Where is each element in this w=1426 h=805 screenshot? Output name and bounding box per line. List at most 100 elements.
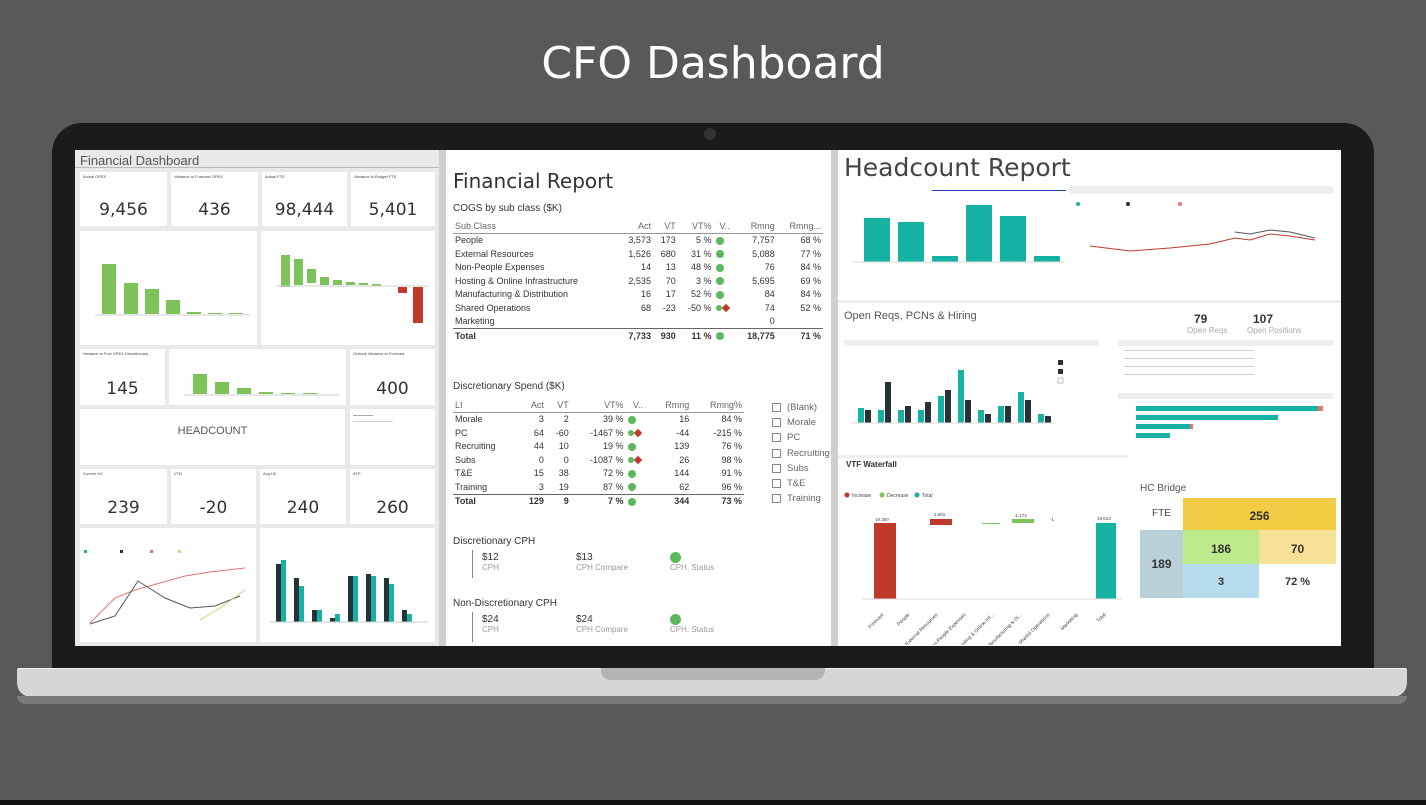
- table-cell: 96 %: [721, 481, 742, 492]
- table-cell: 129: [518, 493, 546, 508]
- column-header[interactable]: Rmng...: [776, 219, 823, 234]
- slicer-label: Recruiting: [787, 447, 830, 459]
- kpi-actual-fte[interactable]: Actual FTE 98,444: [262, 172, 347, 226]
- checkbox[interactable]: [772, 448, 781, 458]
- column-header[interactable]: Sub Class: [453, 219, 619, 234]
- hc-trend-header: [1070, 186, 1333, 194]
- chart-variance-fcst-discretionary[interactable]: [169, 349, 346, 405]
- table-cell: 16: [679, 414, 690, 425]
- table-row: [1124, 358, 1254, 359]
- table-cell: 7,757: [752, 235, 775, 246]
- row-label: Manufacturing & Distribution: [455, 289, 569, 300]
- kpi-outlook-variance[interactable]: Outlook Variance to Forecast 400: [350, 349, 435, 405]
- column-header[interactable]: Act: [518, 398, 546, 413]
- table-row[interactable]: PC 64 -60 -1467 % -44 -215 %: [453, 426, 744, 440]
- slicer-item[interactable]: Morale: [772, 417, 830, 432]
- status-cell: [626, 480, 651, 494]
- legend-swatch: [1178, 202, 1182, 206]
- kpi-actual-opex[interactable]: Actual OPEX 9,456: [80, 172, 167, 226]
- checkbox[interactable]: [772, 463, 781, 473]
- slicer-label: T&E: [787, 477, 806, 489]
- column-header[interactable]: VT%: [570, 398, 626, 413]
- checkbox[interactable]: [772, 433, 781, 443]
- table-row[interactable]: Marketing 0: [453, 315, 823, 329]
- bridge-cell-left[interactable]: 189: [1140, 530, 1183, 598]
- slicer-item[interactable]: Subs: [772, 463, 830, 478]
- table-cell: 13: [665, 262, 676, 273]
- table-row[interactable]: Training 3 19 87 % 62 96 %: [453, 480, 744, 494]
- kpi-label: VTB: [174, 471, 182, 476]
- slicer-item[interactable]: Training: [772, 493, 830, 508]
- status-dot: [627, 430, 634, 437]
- table-row[interactable]: Hosting & Online Infrastructure 2,535 70 3 …: [453, 274, 823, 288]
- kpi-variance-fcst-discretionary[interactable]: Variance to Fcst OPEX Discretionary 145: [80, 349, 165, 405]
- table-row[interactable]: Manufacturing & Distribution 16 17 52 % 84 84…: [453, 288, 823, 302]
- column-header[interactable]: LI: [453, 398, 519, 413]
- axis-tick-label: Forecast: [867, 612, 885, 630]
- bridge-cell-right[interactable]: 70: [1259, 530, 1336, 564]
- chart-variance-forecast-opex-1[interactable]: [80, 231, 257, 345]
- column-header[interactable]: VT: [652, 219, 678, 234]
- kpi-avg-hc[interactable]: Avg HC 240: [260, 469, 346, 524]
- link-underline[interactable]: [932, 190, 1066, 191]
- kpi-variance-budget-fte[interactable]: Variance to Budget FTE 5,401: [351, 172, 435, 226]
- chart-bar: [348, 576, 353, 622]
- column-header[interactable]: V..: [625, 398, 651, 413]
- column-header[interactable]: Rmng%: [691, 398, 744, 413]
- open-reqs-age-chart: [1136, 406, 1323, 438]
- status-cell: [714, 233, 736, 247]
- slicer-item[interactable]: Recruiting: [772, 448, 830, 463]
- legend-swatch: [1058, 360, 1063, 365]
- bridge-cell-pct[interactable]: 72 %: [1259, 564, 1336, 598]
- small-table-tile[interactable]: [350, 409, 435, 465]
- slicer-item[interactable]: T&E: [772, 478, 830, 493]
- row-label: Recruiting: [455, 441, 496, 452]
- cogs-table: Sub Class Act VT VT% V.. Rmng Rmng... Pe…: [453, 219, 823, 343]
- table-row[interactable]: External Resources 1,526 680 31 % 5,088 77 %: [453, 247, 823, 261]
- chart-current-hc-budget[interactable]: [260, 528, 435, 642]
- discretionary-heading: Discretionary Spend ($K): [453, 381, 565, 392]
- kpi-variance-forecast-opex[interactable]: Variance to Forecast OPEX 436: [171, 172, 258, 226]
- checkbox[interactable]: [772, 478, 781, 488]
- bar-chart: [270, 560, 428, 623]
- column-header[interactable]: Rmng: [735, 219, 777, 234]
- table-row[interactable]: Morale 3 2 39 % 16 84 %: [453, 412, 744, 426]
- bridge-cell-bottom[interactable]: 3: [1183, 564, 1259, 598]
- chart-variance-forecast-opex-2[interactable]: [261, 231, 435, 345]
- chart-bar: [407, 614, 412, 622]
- table-cell: 84: [764, 289, 775, 300]
- bridge-cell-top[interactable]: 256: [1183, 498, 1336, 530]
- column-header[interactable]: V..: [713, 219, 736, 234]
- legend-label: Increase: [852, 493, 871, 499]
- column-header[interactable]: Act: [618, 219, 653, 234]
- bridge-cell-mid[interactable]: 186: [1183, 530, 1259, 564]
- kpi-vtb[interactable]: VTB -20: [171, 469, 256, 524]
- slicer-item[interactable]: PC: [772, 432, 830, 447]
- table-row[interactable]: Shared Operations 68 -23 -50 % 74 52 %: [453, 301, 823, 315]
- table-total-row[interactable]: Total 7,733 930 11 % 18,775 71 %: [453, 328, 823, 343]
- kpi-current-hc[interactable]: Current HC 239: [80, 469, 167, 524]
- table-row[interactable]: People 3,573 173 5 % 7,757 68 %: [453, 233, 823, 247]
- table-cell: [653, 315, 678, 329]
- kpi-value: 400: [376, 379, 409, 399]
- column-header[interactable]: Rmng: [650, 398, 692, 413]
- table-row[interactable]: Subs 0 0 -1087 % 26 98 %: [453, 453, 744, 467]
- checkbox[interactable]: [772, 418, 781, 428]
- column-header[interactable]: VT: [545, 398, 571, 413]
- chart-bar: [359, 283, 368, 285]
- table-row[interactable]: Recruiting 44 10 19 % 139 76 %: [453, 440, 744, 454]
- chart-bar: [303, 393, 317, 394]
- table-cell: 69 %: [800, 275, 821, 286]
- table-row[interactable]: T&E 15 38 72 % 144 91 %: [453, 467, 744, 481]
- vtf-waterfall-chart: Increase Decrease Total 19,360 1,691 -1,…: [844, 492, 1122, 645]
- kpi-atp[interactable]: ATP 260: [350, 469, 435, 524]
- column-header[interactable]: VT%: [677, 219, 714, 234]
- chart-hc-trend[interactable]: [80, 528, 256, 642]
- table-row[interactable]: Non-People Expenses 14 13 48 % 76 84 %: [453, 261, 823, 275]
- slicer-item[interactable]: (Blank): [772, 402, 830, 417]
- checkbox[interactable]: [772, 402, 781, 412]
- table-total-row[interactable]: Total 129 9 7 % 344 73 %: [453, 493, 744, 508]
- data-label: -1,174: [1014, 513, 1027, 518]
- table-cell: 144: [674, 468, 690, 479]
- checkbox[interactable]: [772, 494, 781, 504]
